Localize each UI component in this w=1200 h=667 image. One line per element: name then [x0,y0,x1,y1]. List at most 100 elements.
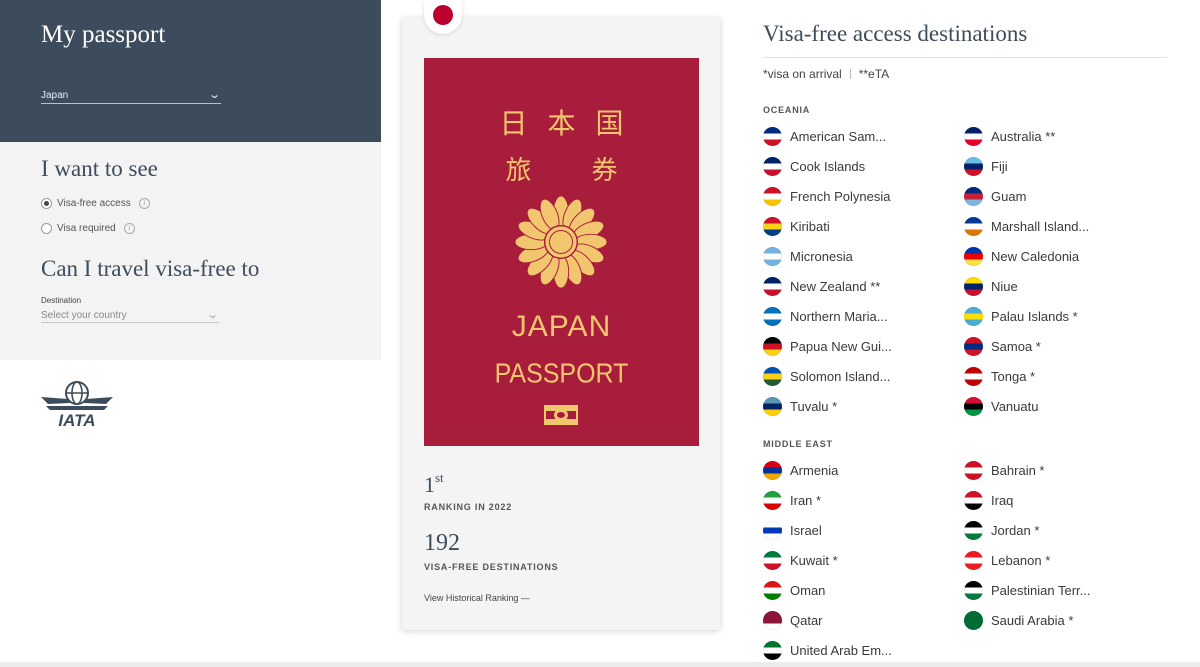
region-middle-east-label: MIDDLE EAST [763,439,833,449]
radio-checked-icon[interactable] [41,197,52,209]
iata-logo-text: IATA [58,411,95,430]
country-name: New Caledonia [991,248,1080,264]
country-item[interactable]: Armenia [763,459,838,481]
country-name: Oman [790,582,826,598]
country-name: Iraq [991,492,1014,508]
palestine-flag-icon [964,580,983,600]
destination-select[interactable]: Select your country ⌄ [41,309,219,323]
country-item[interactable]: Cook Islands [763,155,865,177]
country-name: Iran * [790,492,822,508]
american-samoa-flag-icon [763,126,782,146]
country-item[interactable]: New Zealand ** [763,276,880,298]
palau-flag-icon [964,307,983,327]
filter-panel: I want to see Visa-free access i Visa re… [0,142,381,360]
iraq-flag-icon [964,490,983,510]
country-item[interactable]: Iran * [763,489,821,511]
australia-flag-icon [964,126,983,146]
country-name: Micronesia [790,248,853,264]
country-name: Northern Maria... [790,309,888,325]
country-name: Tuvalu * [790,399,838,415]
passport-kanji-line1: 日本国 [499,108,644,139]
country-item[interactable]: Northern Maria... [763,306,888,328]
country-item[interactable]: French Polynesia [763,185,890,207]
country-name: Samoa * [991,339,1041,355]
country-name: Palau Islands * [991,309,1078,325]
fiji-flag-icon [964,156,983,176]
qatar-flag-icon [763,611,782,630]
country-item[interactable]: Tonga * [964,366,1035,388]
country-name: Palestinian Terr... [991,582,1091,598]
country-item[interactable]: Qatar [763,610,823,632]
passport-kanji-line2: 旅券 [505,155,678,185]
radio-visa-required[interactable]: Visa required i [41,221,135,235]
biometric-chip-icon [544,405,578,425]
israel-flag-icon [763,520,782,540]
travel-visa-free-heading: Can I travel visa-free to [41,256,260,281]
country-item[interactable]: Solomon Island... [763,366,890,388]
country-item[interactable]: Guam [964,185,1026,207]
tonga-flag-icon [964,367,983,387]
country-item[interactable]: New Caledonia [964,245,1079,267]
country-item[interactable]: Oman [763,579,825,601]
bottom-scroll-bar[interactable] [0,662,1200,667]
country-name: Kiribati [790,218,830,234]
guam-flag-icon [964,186,983,206]
destination-label: Destination [41,296,82,305]
chrysanthemum-emblem-icon [514,195,608,289]
view-historical-ranking-link[interactable]: View Historical Ranking — [424,593,530,603]
divider [763,57,1167,58]
united-arab-emirates-flag-icon [763,641,782,661]
country-item[interactable]: Vanuatu [964,396,1038,418]
ranking-caption: RANKING IN 2022 [424,502,513,512]
country-item[interactable]: Fiji [964,155,1008,177]
passport-country-select[interactable]: Japan ⌄ [41,89,221,104]
country-item[interactable]: Palestinian Terr... [964,579,1090,601]
my-passport-title: My passport [41,21,166,48]
region-oceania-label: OCEANIA [763,105,811,115]
country-item[interactable]: Samoa * [964,336,1041,358]
want-to-see-heading: I want to see [41,156,158,181]
kuwait-flag-icon [763,550,782,570]
radio-unchecked-icon[interactable] [41,222,52,234]
country-name: Solomon Island... [790,369,891,385]
legend: *visa on arrival **eTA [763,67,889,81]
country-item[interactable]: Marshall Island... [964,215,1089,237]
country-item[interactable]: Saudi Arabia * [964,610,1073,632]
micronesia-flag-icon [763,246,782,266]
passport-image: 日本国 旅券 JAPAN PASSPORT [424,58,699,446]
info-icon[interactable]: i [138,197,150,209]
chevron-down-icon: ⌄ [205,309,219,321]
radio-visa-free[interactable]: Visa-free access i [41,196,150,210]
destinations-title: Visa-free access destinations [763,21,1028,46]
country-item[interactable]: Niue [964,276,1018,298]
samoa-flag-icon [964,337,983,357]
radio-visa-free-label: Visa-free access [57,197,131,209]
country-item[interactable]: Jordan * [964,519,1039,541]
iata-logo: IATA [41,381,113,430]
country-item[interactable]: Kiribati [763,215,830,237]
country-item[interactable]: Bahrain * [964,459,1044,481]
country-name: Saudi Arabia * [991,613,1074,628]
country-name: Cook Islands [790,158,866,174]
country-item[interactable]: Tuvalu * [763,396,837,418]
info-icon[interactable]: i [123,222,135,234]
passport-country-value: Japan [41,90,69,101]
country-item[interactable]: Palau Islands * [964,306,1078,328]
country-item[interactable]: American Sam... [763,125,886,147]
cook-islands-flag-icon [763,156,782,176]
country-item[interactable]: Micronesia [763,245,853,267]
country-item[interactable]: Papua New Gui... [763,336,892,358]
my-passport-panel: My passport Japan ⌄ [0,0,381,142]
legend-visa-on-arrival: *visa on arrival [763,67,842,81]
country-item[interactable]: Kuwait * [763,549,838,571]
new-caledonia-flag-icon [964,246,983,266]
bahrain-flag-icon [964,460,983,480]
country-item[interactable]: Lebanon * [964,549,1050,571]
iran-flag-icon [763,490,782,510]
country-item[interactable]: United Arab Em... [763,640,892,662]
ranking-suffix: st [435,470,444,485]
country-name: Tonga * [991,369,1036,385]
country-item[interactable]: Iraq [964,489,1013,511]
country-item[interactable]: Australia ** [964,125,1055,147]
country-item[interactable]: Israel [763,519,822,541]
